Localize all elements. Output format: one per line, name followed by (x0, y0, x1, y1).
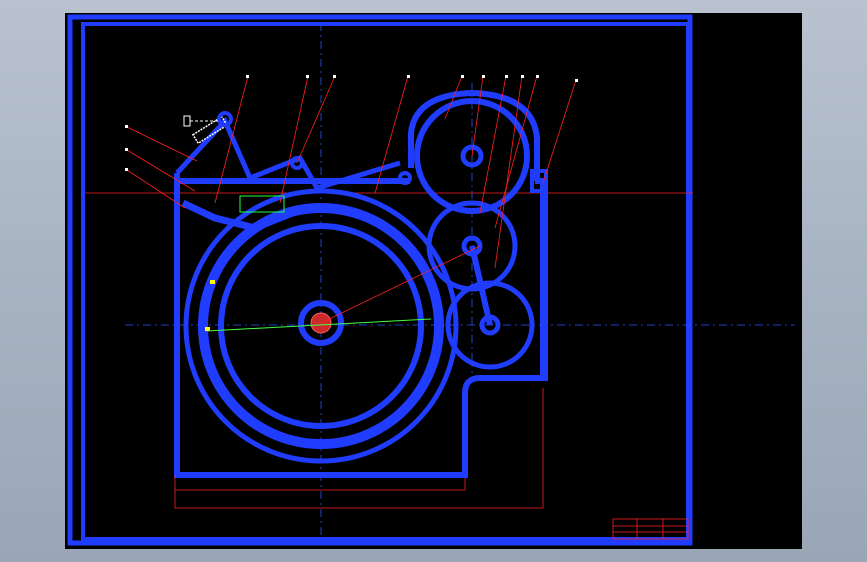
dimension-inner (175, 478, 466, 491)
inner-frame (81, 22, 690, 541)
yellow-mark-2 (210, 280, 215, 284)
feed-arm (175, 116, 401, 191)
cad-viewport[interactable] (65, 13, 802, 549)
title-block (612, 518, 689, 540)
outer-frame (67, 14, 693, 546)
yellow-mark-1 (205, 327, 210, 331)
mechanical-assembly-drawing (67, 14, 795, 546)
small-part (183, 115, 191, 127)
